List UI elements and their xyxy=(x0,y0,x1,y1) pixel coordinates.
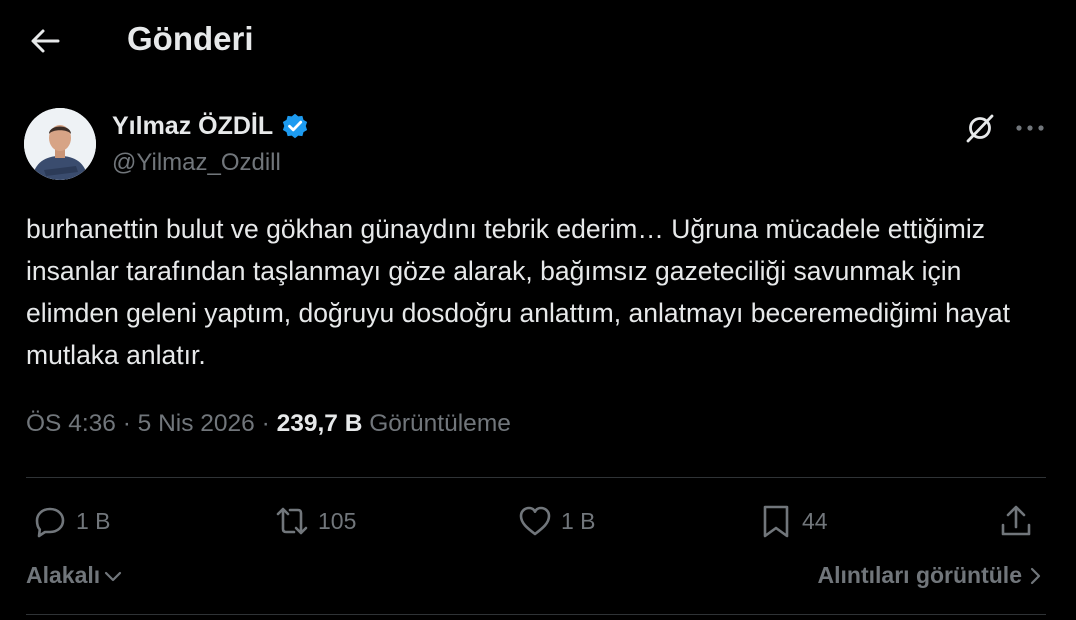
tweet-text: burhanettin bulut ve gökhan günaydını te… xyxy=(26,214,1010,370)
tweet-date[interactable]: 5 Nis 2026 xyxy=(138,410,255,437)
share-button[interactable] xyxy=(998,498,1034,544)
repost-count: 105 xyxy=(318,507,357,534)
chevron-right-icon xyxy=(1030,567,1041,584)
reply-button[interactable]: 1 B xyxy=(32,498,111,544)
chevron-down-icon xyxy=(105,571,122,581)
reply-icon xyxy=(35,507,65,538)
author-name[interactable]: Yılmaz ÖZDİL xyxy=(112,111,310,141)
arrow-left-icon xyxy=(31,29,60,53)
repost-button[interactable]: 105 xyxy=(274,498,356,544)
heart-icon xyxy=(519,506,551,536)
avatar[interactable] xyxy=(24,108,96,180)
more-options-button[interactable] xyxy=(1010,110,1050,146)
meta-separator: · xyxy=(122,410,138,437)
page-header: Gönderi xyxy=(0,0,1076,82)
page-title: Gönderi xyxy=(127,20,254,57)
divider xyxy=(26,614,1046,615)
profile-photo xyxy=(24,108,96,180)
more-icon xyxy=(1016,125,1044,131)
view-quotes-link[interactable]: Alıntıları görüntüle xyxy=(818,562,1042,589)
like-button[interactable]: 1 B xyxy=(517,498,596,544)
reply-count: 1 B xyxy=(76,507,111,534)
share-icon xyxy=(1001,505,1031,536)
views-count: 239,7 B xyxy=(276,410,363,437)
repost-icon xyxy=(276,507,308,535)
bookmark-button[interactable]: 44 xyxy=(758,498,828,544)
divider xyxy=(26,477,1046,478)
quotes-label: Alıntıları görüntüle xyxy=(817,562,1022,588)
bookmark-count: 44 xyxy=(802,507,828,534)
meta-separator: · xyxy=(261,410,277,437)
verified-badge-icon[interactable] xyxy=(280,111,310,141)
bookmark-icon xyxy=(763,505,789,538)
sort-label: Alakalı xyxy=(26,562,101,588)
tweet-time[interactable]: ÖS 4:36 xyxy=(26,410,116,437)
grok-icon xyxy=(966,114,994,143)
back-button[interactable] xyxy=(28,26,62,56)
like-count: 1 B xyxy=(561,507,596,534)
sort-replies-button[interactable]: Alakalı xyxy=(26,562,123,589)
author-name-text: Yılmaz ÖZDİL xyxy=(112,111,274,140)
tweet-meta: ÖS 4:36 · 5 Nis 2026 · 239,7 B Görüntüle… xyxy=(26,410,511,438)
grok-button[interactable] xyxy=(962,110,998,146)
author-handle[interactable]: @Yilmaz_Ozdill xyxy=(112,149,281,177)
views-label: Görüntüleme xyxy=(369,410,511,437)
